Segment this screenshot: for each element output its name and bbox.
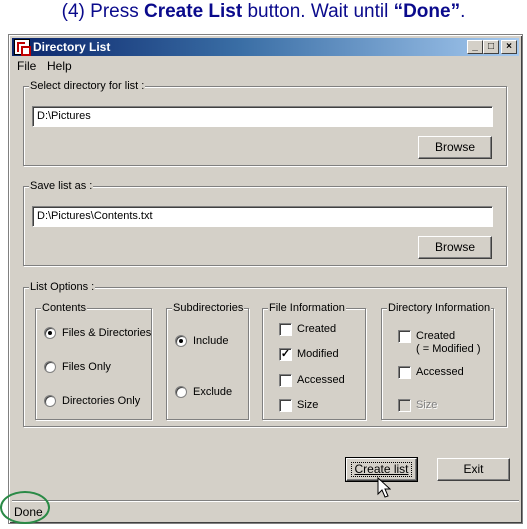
minimize-button[interactable]: _ xyxy=(467,40,483,54)
checkbox xyxy=(398,399,411,412)
select-directory-label: Select directory for list : xyxy=(29,80,146,92)
radio-button[interactable] xyxy=(175,335,187,347)
maximize-button[interactable]: □ xyxy=(483,40,499,54)
close-button[interactable]: × xyxy=(501,40,517,54)
title-bar[interactable]: Directory List _ □ × xyxy=(12,38,519,56)
radio-label: Directories Only xyxy=(62,395,141,407)
subdirectories-label: Subdirectories xyxy=(172,302,245,314)
exit-button[interactable]: Exit xyxy=(437,458,510,481)
directory-input[interactable]: D:\Pictures xyxy=(32,106,493,127)
checkbox[interactable] xyxy=(279,323,292,336)
save-list-label: Save list as : xyxy=(29,180,94,192)
checkbox[interactable] xyxy=(398,330,411,343)
checkbox-label: Created xyxy=(297,323,337,335)
checkbox-label: Accessed xyxy=(297,374,345,386)
contents-group: Contents Files & Directories Files Only … xyxy=(35,302,152,420)
radio-button[interactable] xyxy=(175,386,187,398)
checkbox[interactable] xyxy=(279,374,292,387)
browse-save-button[interactable]: Browse xyxy=(418,236,492,259)
radio-label: Files & Directories xyxy=(62,327,152,339)
file-information-label: File Information xyxy=(268,302,346,314)
checkbox-sublabel: ( = Modified ) xyxy=(416,343,481,355)
mouse-cursor-icon xyxy=(377,477,391,498)
app-icon[interactable] xyxy=(14,39,31,56)
checkbox-label: Created xyxy=(416,330,456,342)
subdirectories-group: Subdirectories Include Exclude xyxy=(166,302,249,420)
checkbox[interactable] xyxy=(279,399,292,412)
checkbox-label: Accessed xyxy=(416,366,464,378)
menu-bar: File Help xyxy=(12,57,519,76)
browse-directory-button[interactable]: Browse xyxy=(418,136,492,159)
radio-label: Exclude xyxy=(193,386,233,398)
directory-list-window: Directory List _ □ × File Help Select di… xyxy=(8,34,523,524)
radio-button[interactable] xyxy=(44,327,56,339)
directory-information-label: Directory Information xyxy=(387,302,492,314)
select-directory-group: Select directory for list : D:\Pictures … xyxy=(23,80,507,166)
radio-label: Files Only xyxy=(62,361,111,373)
file-information-group: File Information Created ✓ Modified Acce… xyxy=(262,302,366,420)
checkbox[interactable] xyxy=(398,366,411,379)
save-list-group: Save list as : D:\Pictures\Contents.txt … xyxy=(23,180,507,266)
radio-button[interactable] xyxy=(44,361,56,373)
directory-information-group: Directory Information Created ( = Modifi… xyxy=(381,302,494,420)
checkbox-label: Size xyxy=(416,399,438,411)
menu-file[interactable]: File xyxy=(17,59,36,73)
checkbox-label: Modified xyxy=(297,348,339,360)
status-bar: Done xyxy=(12,500,519,520)
save-path-input[interactable]: D:\Pictures\Contents.txt xyxy=(32,206,493,227)
radio-button[interactable] xyxy=(44,395,56,407)
checkbox[interactable]: ✓ xyxy=(279,348,292,361)
checkbox-label: Size xyxy=(297,399,319,411)
contents-label: Contents xyxy=(41,302,88,314)
window-title: Directory List xyxy=(33,40,111,54)
instruction-caption: (4) Press Create List button. Wait until… xyxy=(61,1,466,22)
highlight-circle xyxy=(0,491,50,524)
radio-label: Include xyxy=(193,335,229,347)
menu-help[interactable]: Help xyxy=(47,59,72,73)
list-options-label: List Options : xyxy=(29,281,96,293)
list-options-group: List Options : Contents Files & Director… xyxy=(23,281,507,427)
